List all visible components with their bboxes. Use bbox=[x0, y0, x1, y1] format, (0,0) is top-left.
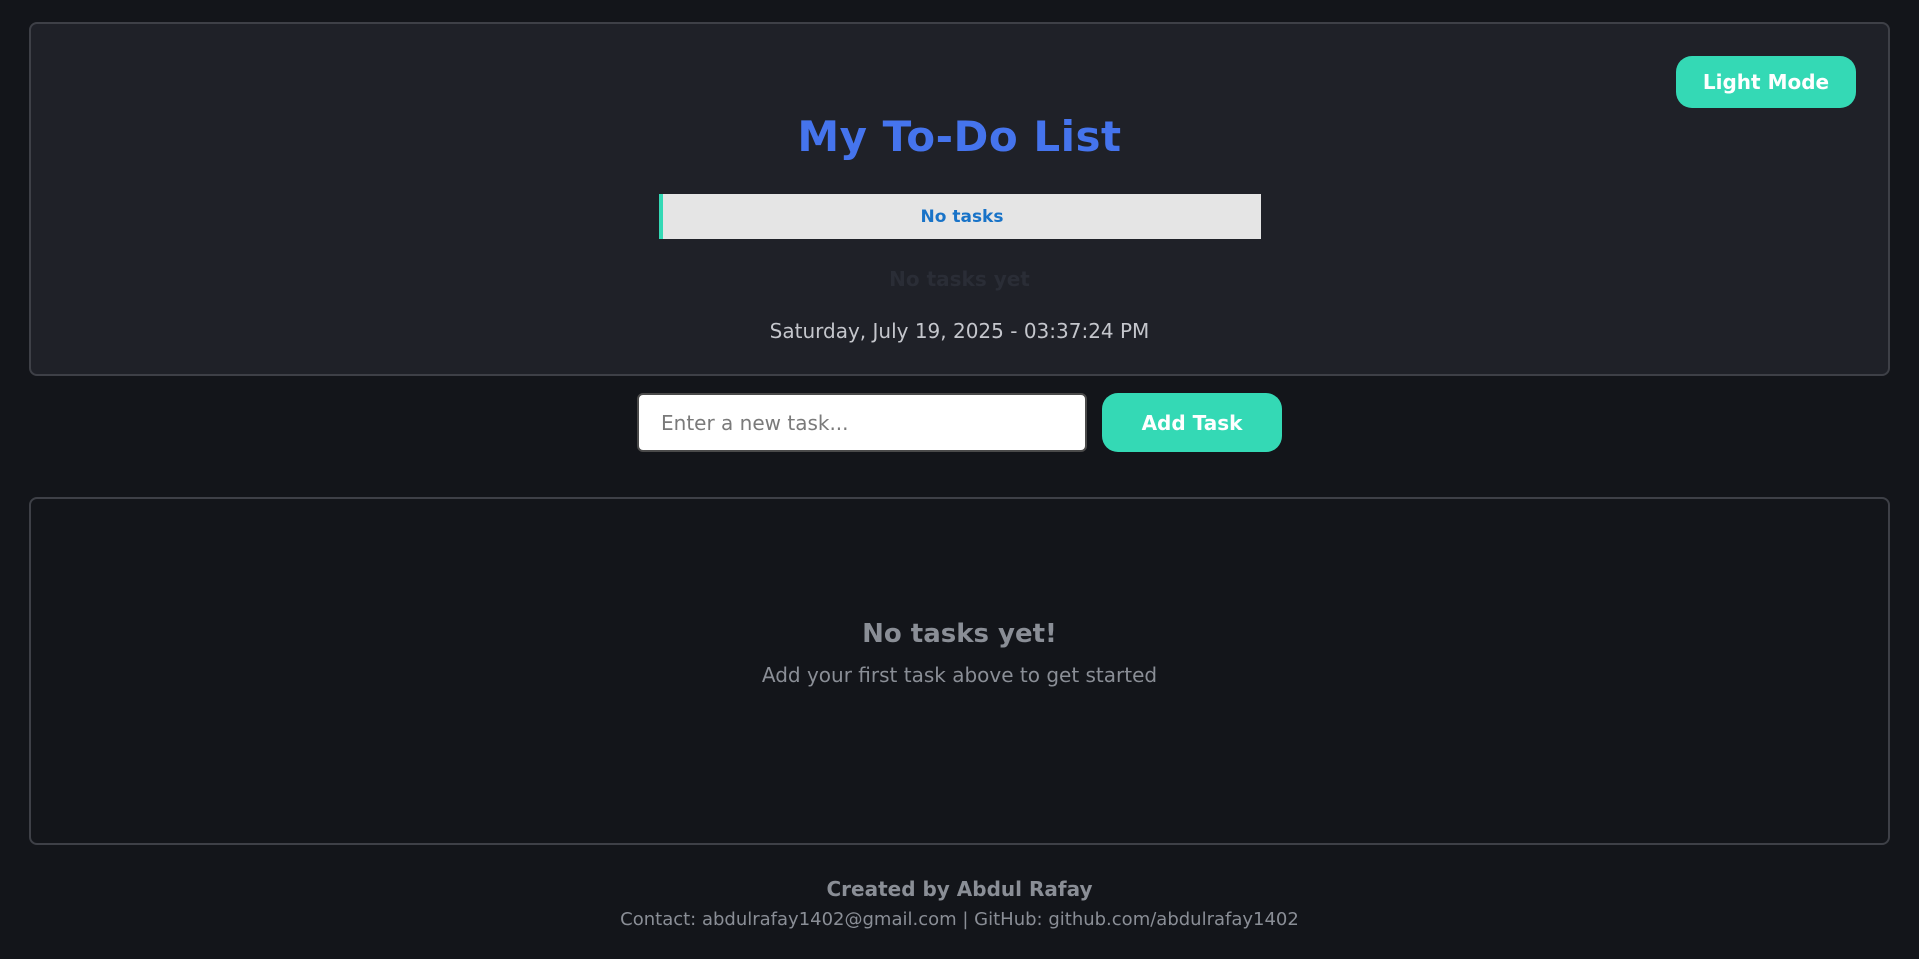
task-list: No tasks yet! Add your first task above … bbox=[29, 497, 1890, 845]
new-task-input[interactable] bbox=[637, 393, 1087, 452]
empty-state-title: No tasks yet! bbox=[862, 619, 1057, 649]
task-stats-text: No tasks yet bbox=[889, 267, 1030, 291]
add-task-button[interactable]: Add Task bbox=[1102, 393, 1282, 452]
header-card: Light Mode My To-Do List No tasks No tas… bbox=[29, 22, 1890, 376]
footer-credit: Created by Abdul Rafay bbox=[826, 877, 1093, 901]
progress-label: No tasks bbox=[920, 206, 1004, 227]
footer-contact: Contact: abdulrafay1402@gmail.com | GitH… bbox=[620, 909, 1299, 930]
page-title: My To-Do List bbox=[797, 112, 1122, 161]
footer: Created by Abdul Rafay Contact: abdulraf… bbox=[0, 877, 1919, 930]
empty-state-subtitle: Add your first task above to get started bbox=[761, 663, 1158, 687]
current-datetime: Saturday, July 19, 2025 - 03:37:24 PM bbox=[769, 319, 1150, 343]
progress-bar: No tasks bbox=[659, 194, 1261, 239]
theme-toggle-button[interactable]: Light Mode bbox=[1676, 56, 1856, 108]
